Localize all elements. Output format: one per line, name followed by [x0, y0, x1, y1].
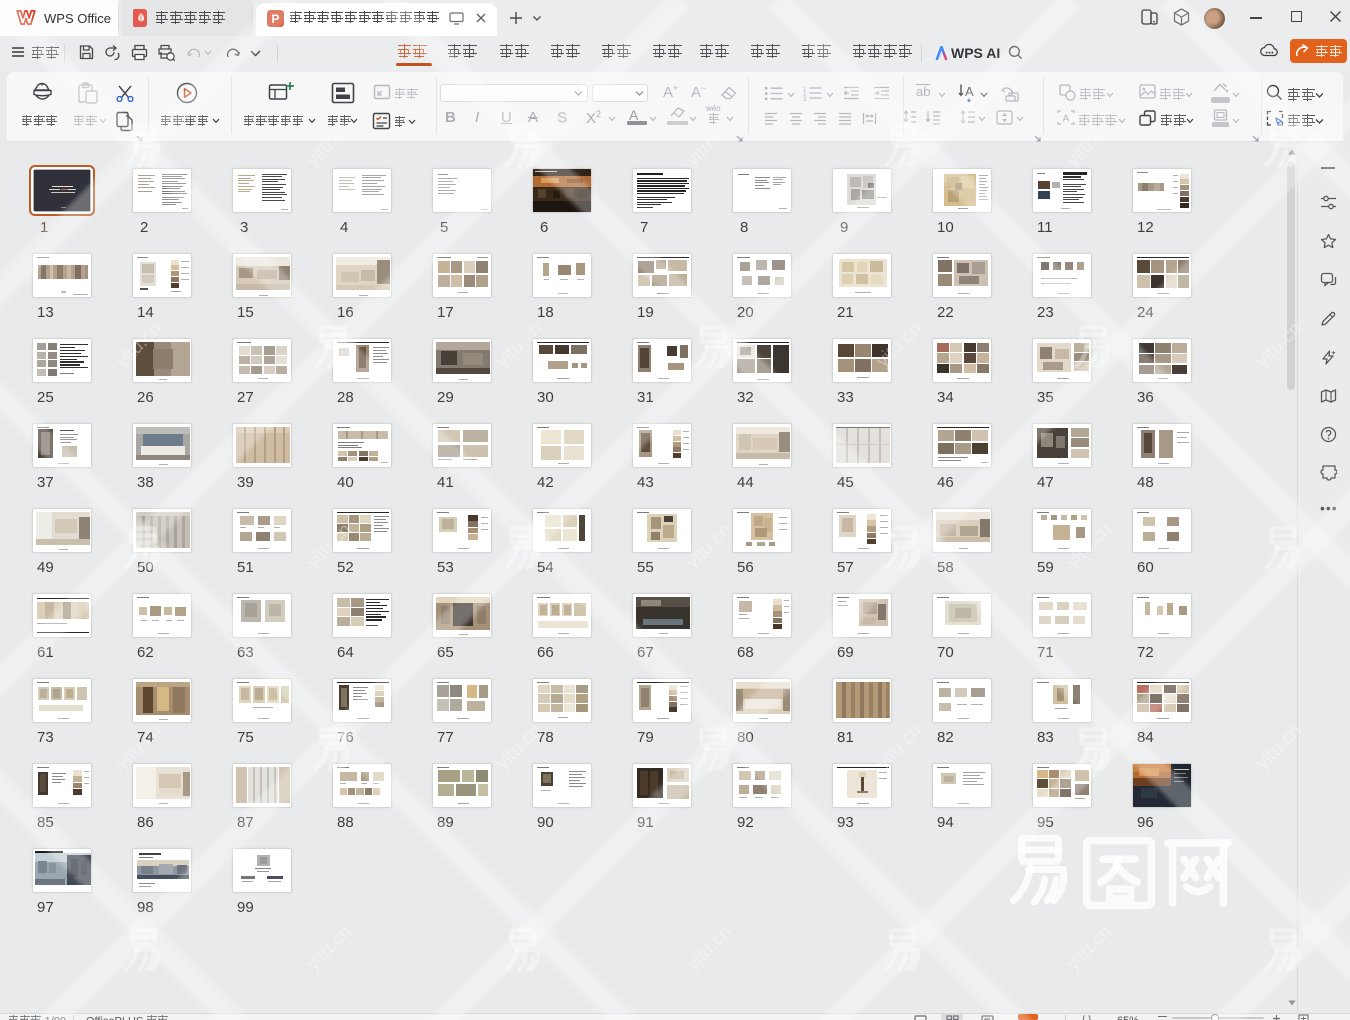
svg-text:A: A: [1063, 114, 1070, 125]
svg-text:yitu.cn: yitu.cn: [682, 921, 736, 975]
svg-text:3: 3: [803, 97, 807, 101]
svg-text:A: A: [965, 84, 974, 99]
svg-text:P: P: [271, 12, 279, 26]
svg-text:yitu.cn: yitu.cn: [1062, 921, 1116, 975]
svg-text:yitu.cn: yitu.cn: [302, 921, 356, 975]
